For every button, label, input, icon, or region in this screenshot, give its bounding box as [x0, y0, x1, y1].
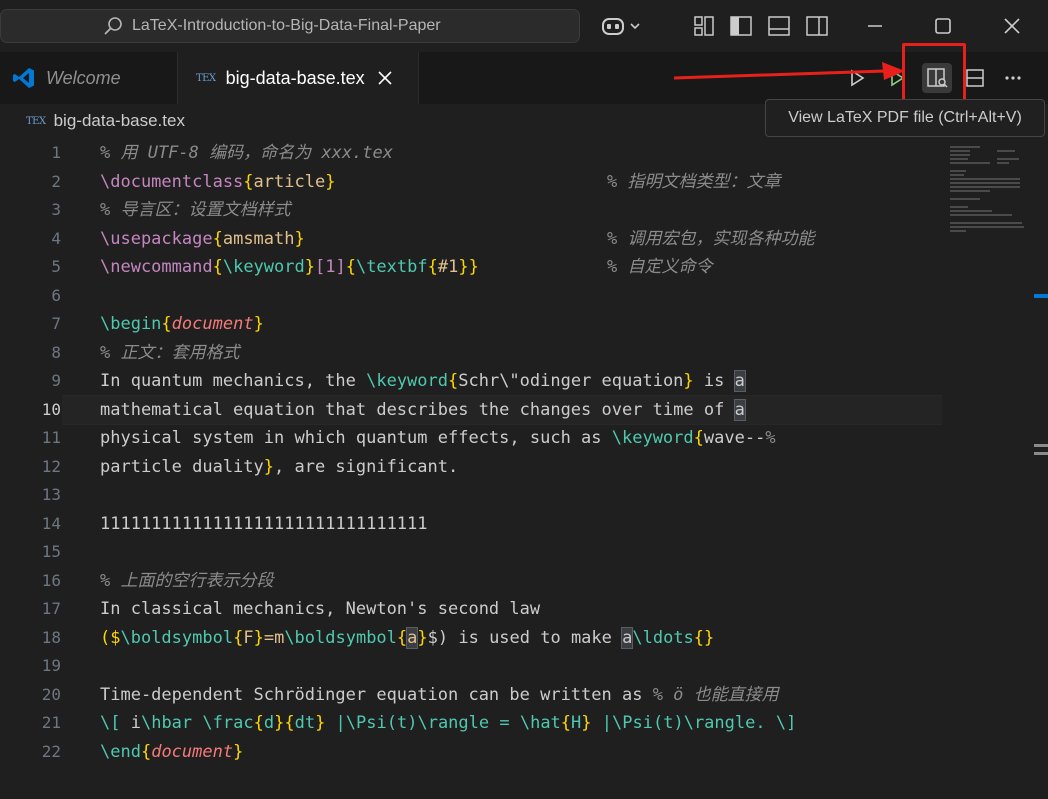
tooltip: View LaTeX PDF file (Ctrl+Alt+V): [765, 99, 1045, 137]
annotation-highlight-box: [902, 43, 966, 106]
